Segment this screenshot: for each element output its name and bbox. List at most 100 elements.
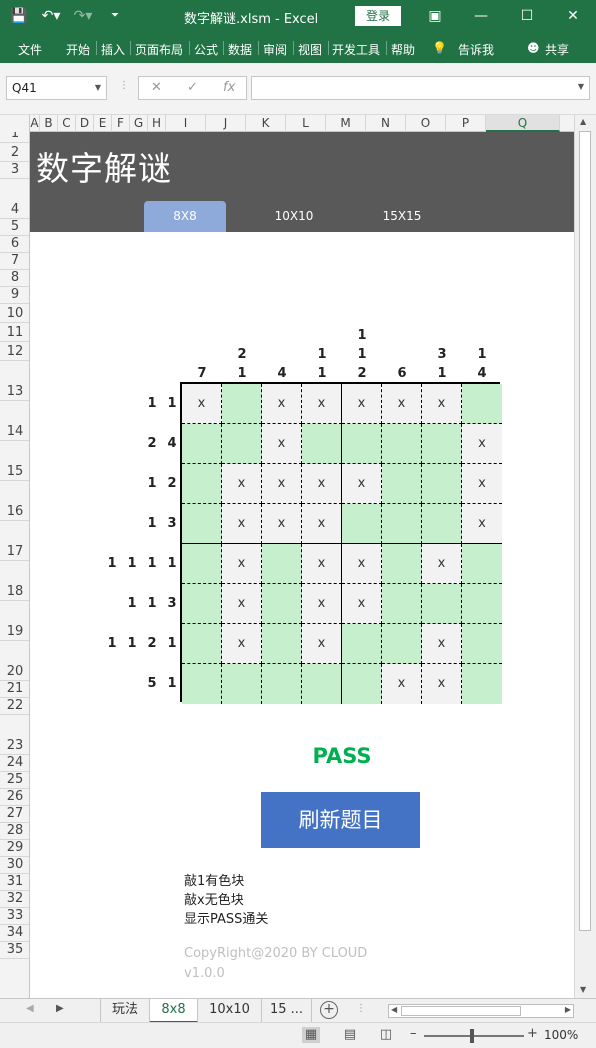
grid-cell-filled[interactable] [182,504,222,544]
row-header[interactable]: 2 [0,143,29,162]
row-header[interactable]: 31 [0,874,29,891]
tab-splitter-icon[interactable]: ⋮ [356,1003,366,1014]
column-header[interactable]: A [30,115,40,132]
grid-cell-filled[interactable] [382,624,422,664]
grid-cell-filled[interactable] [382,584,422,624]
grid-cell-empty[interactable]: x [302,384,342,424]
column-header[interactable]: P [446,115,486,132]
grid-cell-empty[interactable]: x [342,384,382,424]
row-header[interactable]: 33 [0,908,29,925]
grid-cell-empty[interactable]: x [302,504,342,544]
grid-cell-empty[interactable]: x [262,464,302,504]
row-header[interactable]: 23 [0,715,29,755]
grid-cell-empty[interactable]: x [222,504,262,544]
grid-cell-empty[interactable]: x [222,584,262,624]
scroll-left-icon[interactable]: ◀ [391,1005,397,1014]
grid-cell-filled[interactable] [342,664,382,704]
tab-formulas[interactable]: 公式 [194,41,218,58]
name-box[interactable]: Q41 ▼ [6,76,107,100]
grid-cell-filled[interactable] [182,584,222,624]
row-header[interactable]: 1 [0,132,29,143]
grid-cell-empty[interactable]: x [342,464,382,504]
grid-cell-filled[interactable] [302,424,342,464]
share-button[interactable]: 共享 [545,41,569,58]
grid-cell-empty[interactable]: x [342,584,382,624]
grid-cell-empty[interactable]: x [302,464,342,504]
grid-cell-filled[interactable] [182,664,222,704]
vertical-scrollbar[interactable]: ▲ ▼ [574,115,596,998]
scroll-up-icon[interactable]: ▲ [580,117,586,126]
grid-cell-filled[interactable] [462,624,502,664]
tab-view[interactable]: 视图 [298,41,322,58]
save-icon[interactable]: 💾 [8,6,30,26]
grid-cell-filled[interactable] [422,584,462,624]
row-header[interactable]: 27 [0,806,29,823]
row-header[interactable]: 20 [0,641,29,681]
grid-cell-empty[interactable]: x [262,384,302,424]
column-header[interactable]: H [148,115,166,132]
row-header[interactable]: 12 [0,342,29,361]
row-header[interactable]: 35 [0,942,29,959]
grid-cell-empty[interactable]: x [302,624,342,664]
select-all-corner[interactable] [0,115,30,132]
grid-cell-filled[interactable] [262,544,302,584]
tab-file[interactable]: 文件 [18,41,42,58]
cancel-icon[interactable]: ✕ [151,80,162,95]
row-header[interactable]: 32 [0,891,29,908]
row-header[interactable]: 28 [0,823,29,840]
row-header[interactable]: 13 [0,361,29,401]
zoom-slider[interactable] [424,1035,524,1037]
grid-cell-filled[interactable] [422,504,462,544]
grid-cell-filled[interactable] [382,504,422,544]
row-header[interactable]: 11 [0,323,29,342]
zoom-level[interactable]: 100% [544,1028,578,1042]
zoom-in-icon[interactable]: + [527,1026,538,1041]
splitter-handle-icon[interactable]: ⋮ [119,80,129,91]
scroll-down-icon[interactable]: ▼ [580,985,586,994]
login-button[interactable]: 登录 [355,6,401,26]
grid-cell-empty[interactable]: x [302,584,342,624]
row-header[interactable]: 9 [0,287,29,304]
row-header[interactable]: 6 [0,236,29,253]
grid-cell-filled[interactable] [382,464,422,504]
column-header[interactable]: L [286,115,326,132]
row-header[interactable]: 8 [0,270,29,287]
customize-qat-icon[interactable]: ⏷ [104,6,126,26]
tab-developer[interactable]: 开发工具 [332,41,380,58]
tab-review[interactable]: 审阅 [263,41,287,58]
row-header[interactable]: 24 [0,755,29,772]
tab-home[interactable]: 开始 [66,41,90,58]
row-header[interactable]: 4 [0,179,29,219]
grid-cell-empty[interactable]: x [462,504,502,544]
minimize-icon[interactable]: — [458,0,504,33]
row-header[interactable]: 7 [0,253,29,270]
grid-cell-filled[interactable] [182,464,222,504]
grid-cell-empty[interactable]: x [462,464,502,504]
row-header[interactable]: 30 [0,857,29,874]
grid-cell-filled[interactable] [262,624,302,664]
mode-tab-15x15[interactable]: 15X15 [361,201,443,232]
grid-cell-filled[interactable] [462,384,502,424]
ribbon-display-options-icon[interactable]: ▣ [412,0,458,33]
grid-cell-empty[interactable]: x [262,504,302,544]
grid-cell-filled[interactable] [222,664,262,704]
grid-cell-empty[interactable]: x [422,664,462,704]
tell-me-search[interactable]: 告诉我 [458,41,494,58]
grid-cell-filled[interactable] [462,544,502,584]
zoom-slider-thumb[interactable] [470,1029,474,1043]
zoom-out-icon[interactable]: – [410,1026,417,1041]
row-header[interactable]: 15 [0,441,29,481]
grid-cell-filled[interactable] [222,384,262,424]
grid-cell-empty[interactable]: x [462,424,502,464]
sheet-tab-10x10[interactable]: 10x10 [198,999,262,1023]
tab-page-layout[interactable]: 页面布局 [135,41,183,58]
row-header[interactable]: 17 [0,521,29,561]
row-header[interactable]: 19 [0,601,29,641]
column-header[interactable]: G [130,115,148,132]
add-sheet-icon[interactable]: + [320,1001,338,1019]
grid-cell-empty[interactable]: x [342,544,382,584]
grid-cell-filled[interactable] [262,664,302,704]
row-header[interactable]: 5 [0,219,29,236]
grid-cell-filled[interactable] [342,424,382,464]
column-header[interactable]: D [76,115,94,132]
